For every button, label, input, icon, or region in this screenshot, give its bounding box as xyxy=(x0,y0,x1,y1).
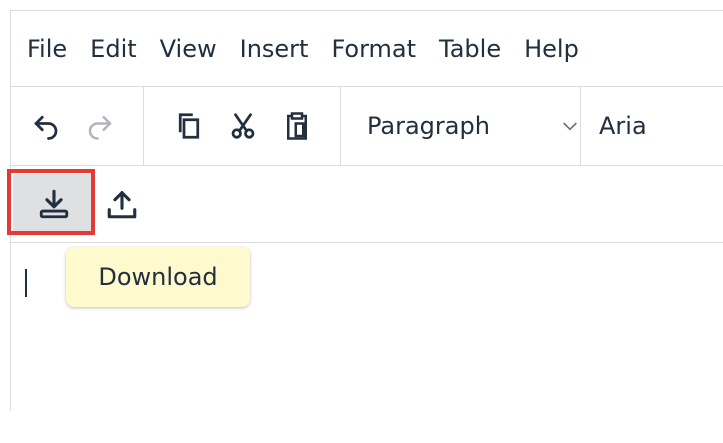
copy-button[interactable] xyxy=(166,103,212,149)
menu-file[interactable]: File xyxy=(27,35,67,63)
menubar: File Edit View Insert Format Table Help xyxy=(11,11,723,87)
download-tooltip: Download xyxy=(66,247,250,307)
undo-icon xyxy=(34,115,58,140)
rich-text-editor: File Edit View Insert Format Table Help xyxy=(7,10,723,411)
paste-button[interactable] xyxy=(274,103,320,149)
cut-icon xyxy=(231,113,255,139)
redo-icon xyxy=(88,116,112,140)
download-button[interactable] xyxy=(7,169,95,235)
block-format-label: Paragraph xyxy=(367,112,490,140)
cut-button[interactable] xyxy=(220,103,266,149)
chevron-down-icon xyxy=(563,122,577,131)
block-format-select[interactable]: Paragraph xyxy=(341,87,581,165)
editor-content-area[interactable]: Download xyxy=(11,243,723,443)
download-icon xyxy=(39,189,69,219)
tooltip-text: Download xyxy=(98,263,218,291)
font-family-select[interactable]: Aria xyxy=(581,87,647,165)
menu-format[interactable]: Format xyxy=(331,35,416,63)
clipboard-group xyxy=(144,87,341,165)
menu-view[interactable]: View xyxy=(160,35,217,63)
font-family-label: Aria xyxy=(599,112,647,140)
copy-icon xyxy=(178,113,200,139)
paste-icon xyxy=(287,112,307,140)
history-group xyxy=(11,87,144,165)
toolbar: Paragraph Aria xyxy=(11,87,723,166)
menu-edit[interactable]: Edit xyxy=(90,35,136,63)
import-export-toolbar xyxy=(7,166,723,243)
upload-button[interactable] xyxy=(99,174,145,234)
undo-button[interactable] xyxy=(23,103,69,149)
text-cursor xyxy=(25,269,27,297)
menu-help[interactable]: Help xyxy=(524,35,579,63)
redo-button[interactable] xyxy=(77,103,123,149)
upload-icon xyxy=(107,191,137,219)
menu-insert[interactable]: Insert xyxy=(240,35,309,63)
menu-table[interactable]: Table xyxy=(439,35,501,63)
